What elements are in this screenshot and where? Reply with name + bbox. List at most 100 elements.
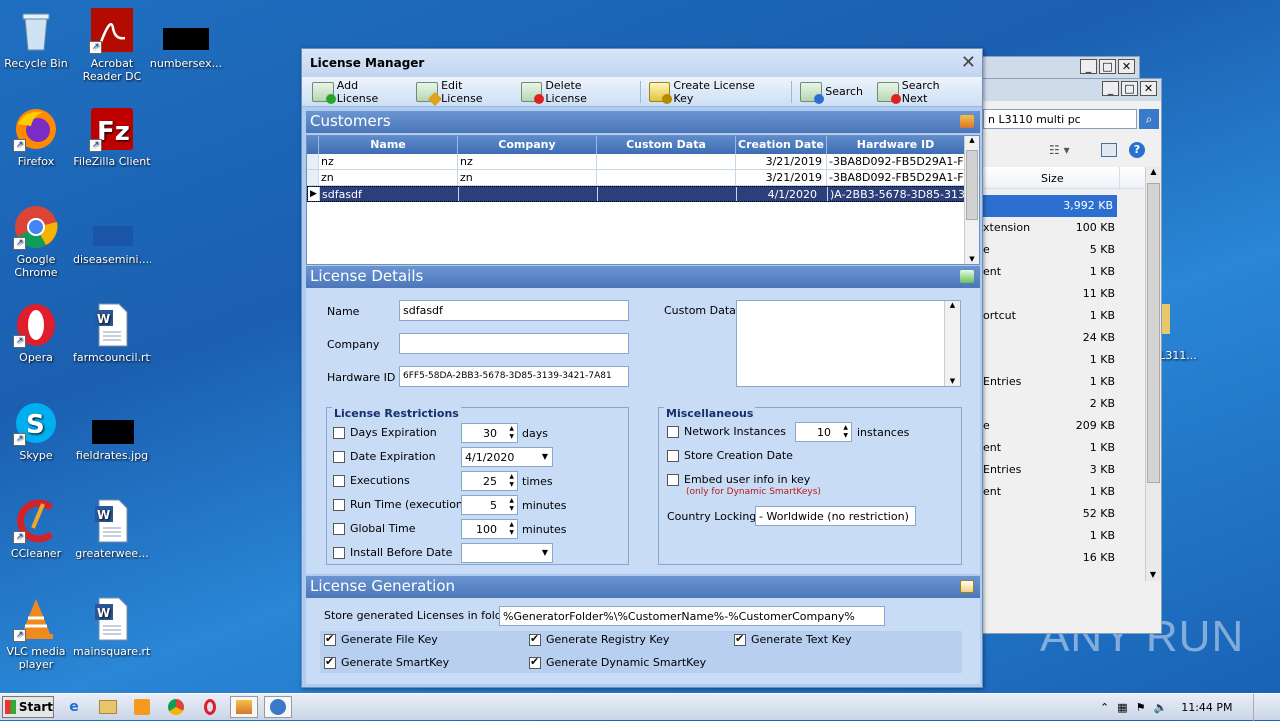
install-before-date-picker[interactable] xyxy=(461,543,553,563)
desktop-icon-mainsquare[interactable]: W mainsquare.rtf xyxy=(73,596,151,658)
file-list-row[interactable]: ent 1 KB xyxy=(981,481,1145,503)
desktop-icon-acrobat[interactable]: ↗ Acrobat Reader DC xyxy=(73,8,151,83)
column-header-name[interactable]: Name xyxy=(319,136,458,154)
search-icon[interactable]: ⌕ xyxy=(1139,109,1159,129)
run-time-checkbox[interactable] xyxy=(333,499,345,511)
embed-user-info-checkbox[interactable] xyxy=(667,474,679,486)
file-list-row[interactable]: ortcut 1 KB xyxy=(981,305,1145,327)
desktop-icon-recycle-bin[interactable]: Recycle Bin xyxy=(0,8,75,70)
table-row[interactable]: nz nz 3/21/2019 -3BA8D092-FB5D29A1-FCFB xyxy=(307,154,979,170)
search-box[interactable]: n L3110 multi pc xyxy=(983,109,1137,129)
create-license-key-button[interactable]: Create License Key xyxy=(648,79,778,105)
desktop-icon-ccleaner[interactable]: ↗ CCleaner xyxy=(0,498,75,560)
desktop-icon-greaterwee[interactable]: W greaterwee... xyxy=(73,498,151,560)
generate-file-key-checkbox[interactable] xyxy=(324,632,336,646)
chrome-taskbar-icon[interactable] xyxy=(162,696,190,718)
desktop-icon-fieldrates[interactable]: fieldrates.jpg xyxy=(73,400,151,462)
edit-license-button[interactable]: Edit License xyxy=(416,79,506,106)
customers-grid[interactable]: Name Company Custom Data Creation Date H… xyxy=(306,135,980,265)
file-list-row[interactable]: 16 KB xyxy=(981,547,1145,569)
desktop-icon-numbersex[interactable]: numbersex... xyxy=(147,8,225,70)
desktop-icon-opera[interactable]: ↗ Opera xyxy=(0,302,75,364)
flag-icon[interactable]: ⚑ xyxy=(1136,701,1146,714)
file-list-row[interactable]: 1 KB xyxy=(981,349,1145,371)
executions-checkbox[interactable] xyxy=(333,475,345,487)
column-header-hardware-id[interactable]: Hardware ID xyxy=(827,136,965,154)
close-button[interactable]: ✕ xyxy=(961,52,976,73)
generate-text-key-checkbox[interactable] xyxy=(734,632,746,646)
help-icon[interactable]: ? xyxy=(1129,142,1145,158)
generate-dynamic-smartkey-checkbox[interactable] xyxy=(529,655,541,669)
generate-smartkey-checkbox[interactable] xyxy=(324,655,336,669)
days-expiration-checkbox[interactable] xyxy=(333,427,345,439)
file-list-row[interactable]: e 5 KB xyxy=(981,239,1145,261)
vertical-scrollbar[interactable]: ▲ ▼ xyxy=(1145,167,1161,581)
desktop-icon-diseasemini[interactable]: diseasemini.... xyxy=(73,204,151,266)
output-folder-field[interactable]: %GeneratorFolder%\%CustomerName%-%Custom… xyxy=(499,606,885,626)
internet-explorer-icon[interactable]: e xyxy=(60,696,88,718)
search-button[interactable]: Search xyxy=(800,81,863,104)
file-list-row[interactable]: Entries 1 KB xyxy=(981,371,1145,393)
name-field[interactable]: sdfasdf xyxy=(399,300,629,321)
show-hidden-icons-icon[interactable]: ⌃ xyxy=(1100,701,1109,714)
app-taskbar-icon[interactable] xyxy=(264,696,292,718)
file-list-row[interactable]: Entries 3 KB xyxy=(981,459,1145,481)
column-header-size[interactable]: Size xyxy=(1041,172,1064,185)
file-list-row[interactable]: 2 KB xyxy=(981,393,1145,415)
minimize-button[interactable]: _ xyxy=(1080,59,1097,74)
file-list-row[interactable]: ent 1 KB xyxy=(981,437,1145,459)
network-instances-checkbox[interactable] xyxy=(667,426,679,438)
explorer-window[interactable]: _ □ ✕ n L3110 multi pc ⌕ ☷ ▾ ? Size 3,99… xyxy=(980,78,1162,634)
days-expiration-stepper[interactable]: 30 xyxy=(461,423,518,443)
file-explorer-icon[interactable] xyxy=(94,696,122,718)
global-time-checkbox[interactable] xyxy=(333,523,345,535)
file-list-row[interactable]: e 209 KB xyxy=(981,415,1145,437)
file-list-row[interactable]: 24 KB xyxy=(981,327,1145,349)
file-list-row[interactable]: 3,992 KB xyxy=(981,195,1117,217)
country-locking-select[interactable]: - Worldwide (no restriction) xyxy=(755,506,916,526)
executions-stepper[interactable]: 25 xyxy=(461,471,518,491)
desktop-icon-farmcouncil[interactable]: W farmcouncil.rtf xyxy=(73,302,151,364)
table-row-selected[interactable]: ▶ sdfasdf 4/1/2020 )A-2BB3-5678-3D85-313… xyxy=(307,186,979,202)
desktop-icon-skype[interactable]: S ↗ Skype xyxy=(0,400,75,462)
file-list-row[interactable]: xtension 100 KB xyxy=(981,217,1145,239)
custom-data-field[interactable]: ▲ ▼ xyxy=(736,300,961,387)
grid-scrollbar[interactable]: ▲ ▼ xyxy=(964,136,979,264)
desktop-icon-vlc[interactable]: ↗ VLC media player xyxy=(0,596,75,671)
close-button[interactable]: ✕ xyxy=(1118,59,1135,74)
license-manager-taskbar-icon[interactable] xyxy=(230,696,258,718)
background-window-back[interactable]: _ □ ✕ xyxy=(980,56,1140,80)
opera-taskbar-icon[interactable] xyxy=(196,696,224,718)
maximize-button[interactable]: □ xyxy=(1121,81,1138,96)
table-row[interactable]: zn zn 3/21/2019 -3BA8D092-FB5D29A1-FCFB xyxy=(307,170,979,186)
add-license-button[interactable]: Add License xyxy=(312,79,402,105)
column-header-company[interactable]: Company xyxy=(458,136,597,154)
date-expiration-checkbox[interactable] xyxy=(333,451,345,463)
minimize-button[interactable]: _ xyxy=(1102,81,1119,96)
install-before-date-checkbox[interactable] xyxy=(333,547,345,559)
delete-license-button[interactable]: Delete License xyxy=(520,79,626,105)
start-button[interactable]: Start xyxy=(2,696,54,718)
view-options-icon[interactable]: ☷ ▾ xyxy=(1049,143,1070,157)
network-icon[interactable]: ▦ xyxy=(1117,701,1127,714)
desktop-icon-chrome[interactable]: ↗ Google Chrome xyxy=(0,204,75,279)
store-creation-date-checkbox[interactable] xyxy=(667,450,679,462)
network-instances-stepper[interactable]: 10 xyxy=(795,422,852,442)
company-field[interactable] xyxy=(399,333,629,354)
file-list-row[interactable]: 52 KB xyxy=(981,503,1145,525)
maximize-button[interactable]: □ xyxy=(1099,59,1116,74)
desktop-icon-filezilla[interactable]: Fz ↗ FileZilla Client xyxy=(73,106,151,168)
search-next-button[interactable]: Search Next xyxy=(877,79,968,105)
desktop-icon-firefox[interactable]: ↗ Firefox xyxy=(0,106,75,168)
media-player-icon[interactable] xyxy=(128,696,156,718)
preview-pane-icon[interactable] xyxy=(1101,143,1117,157)
show-desktop-button[interactable] xyxy=(1252,694,1265,721)
global-time-stepper[interactable]: 100 xyxy=(461,519,518,539)
run-time-stepper[interactable]: 5 xyxy=(461,495,518,515)
column-header-custom-data[interactable]: Custom Data xyxy=(597,136,736,154)
volume-icon[interactable]: 🔈 xyxy=(1154,701,1168,714)
close-button[interactable]: ✕ xyxy=(1140,81,1157,96)
column-header-creation-date[interactable]: Creation Date xyxy=(736,136,827,154)
hardware-id-field[interactable]: 6FF5-58DA-2BB3-5678-3D85-3139-3421-7A81 xyxy=(399,366,629,387)
file-list-row[interactable]: ent 1 KB xyxy=(981,261,1145,283)
